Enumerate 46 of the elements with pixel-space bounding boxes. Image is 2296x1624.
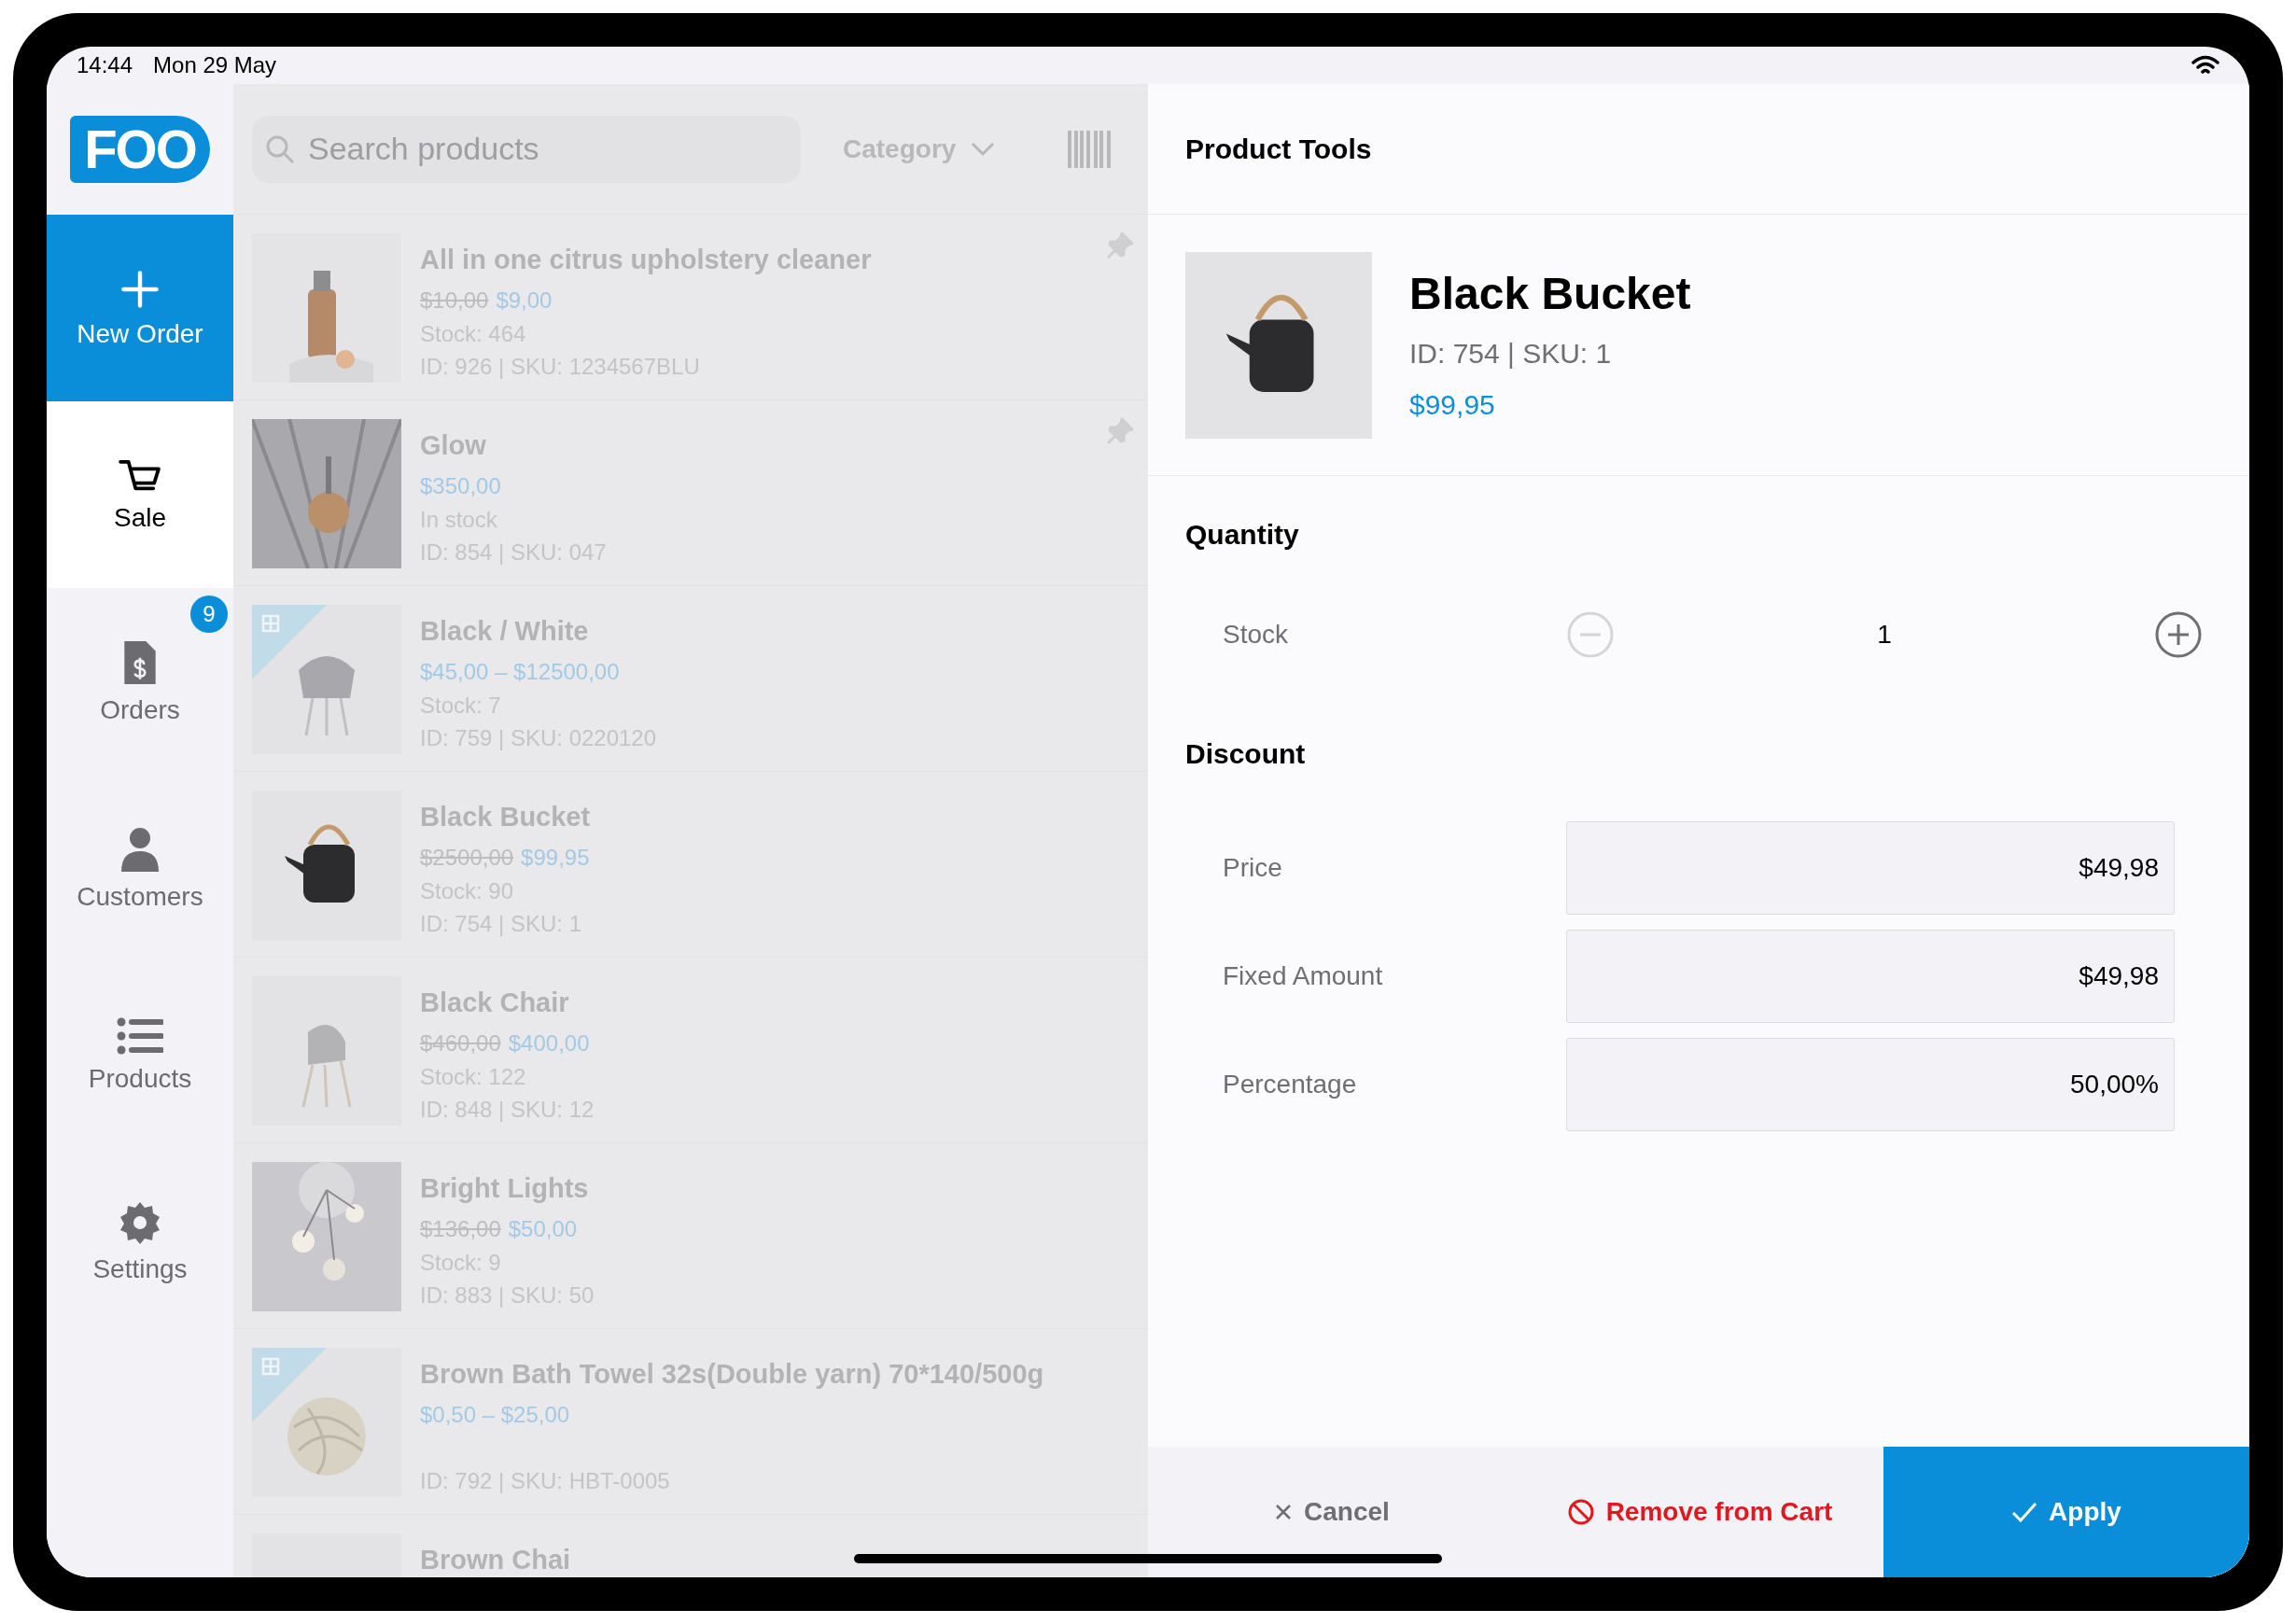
remove-from-cart-button[interactable]: Remove from Cart <box>1516 1447 1883 1577</box>
field-label: Fixed Amount <box>1223 960 1384 992</box>
logo: FOO <box>70 116 210 183</box>
close-icon <box>1274 1503 1294 1521</box>
plus-icon <box>119 269 161 310</box>
field-label: Price <box>1223 852 1283 884</box>
status-date: Mon 29 May <box>153 51 277 79</box>
search-icon <box>265 133 295 164</box>
product-price: $9,00 <box>496 287 553 315</box>
pin-icon <box>1106 231 1134 259</box>
plus-icon[interactable] <box>2154 610 2203 659</box>
panel-title: Product Tools <box>1185 133 1372 166</box>
product-title: Black Bucket <box>1409 267 1691 320</box>
barcode-icon[interactable] <box>1068 130 1111 168</box>
product-price: $0,50 – $25,00 <box>420 1401 570 1429</box>
apply-button[interactable]: Apply <box>1883 1447 2249 1577</box>
section-heading: Discount <box>1185 738 1306 769</box>
count-badge: 9 <box>190 595 228 633</box>
product-price: $400,00 <box>508 1029 590 1057</box>
sidebar-item[interactable]: Sale <box>47 401 233 588</box>
product-price: $99,95 <box>1409 387 1496 422</box>
product-price: $50,00 <box>508 1215 578 1243</box>
search-field[interactable]: Search products <box>252 115 801 183</box>
list-icon <box>117 1017 163 1055</box>
field-label: Stock <box>1223 619 1290 651</box>
invoice-icon <box>122 639 158 686</box>
input-field[interactable]: $49,98 <box>1566 821 2175 915</box>
input-field[interactable]: $49,98 <box>1566 930 2175 1023</box>
cancel-button[interactable]: Cancel <box>1148 1447 1516 1577</box>
checkmark-icon <box>2011 1502 2038 1522</box>
gear-icon <box>118 1200 162 1245</box>
section-heading: Quantity <box>1185 519 1299 550</box>
wifi-icon <box>2191 55 2219 76</box>
pin-icon <box>1106 417 1134 445</box>
field-label: Percentage <box>1223 1069 1358 1100</box>
new-order-button[interactable]: New Order <box>47 215 233 401</box>
input-field[interactable]: 50,00% <box>1566 1038 2175 1131</box>
product-price: $99,95 <box>521 844 590 872</box>
product-price: $45,00 – $12500,00 <box>420 658 620 686</box>
prohibited-icon <box>1566 1498 1595 1526</box>
chevron-down-icon <box>971 141 996 157</box>
product-price: $350,00 <box>420 472 501 500</box>
quantity-value: 1 <box>1877 619 1892 651</box>
status-time: 14:44 <box>77 51 133 79</box>
product-ids: ID: 754 | SKU: 1 <box>1409 336 1613 371</box>
person-icon <box>119 826 161 873</box>
